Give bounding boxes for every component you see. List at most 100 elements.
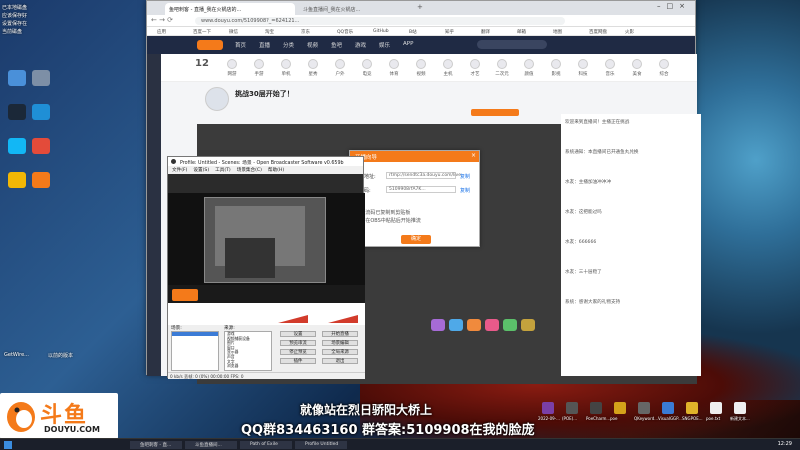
- gift-icon[interactable]: [521, 319, 535, 331]
- gift-icon[interactable]: [449, 319, 463, 331]
- address-input[interactable]: www.douyu.com/5109908?_=624121...: [195, 17, 565, 25]
- nav-item[interactable]: 直播: [259, 41, 270, 49]
- follow-button[interactable]: [471, 109, 519, 116]
- nav-item[interactable]: 游戏: [355, 41, 366, 49]
- obs-menu-item[interactable]: 工具(T): [215, 168, 231, 173]
- tab-douyu-secondary[interactable]: 斗鱼直播间_我在火锅店...: [299, 3, 409, 15]
- new-tab-button[interactable]: +: [417, 3, 423, 11]
- obs-action-button[interactable]: 插件: [280, 358, 316, 364]
- copy-stream-key-link[interactable]: 复制: [460, 187, 470, 194]
- volume-meters[interactable]: [168, 303, 365, 325]
- gift-icon[interactable]: [467, 319, 481, 331]
- bookmark-item[interactable]: GitHub: [373, 29, 389, 34]
- nav-item[interactable]: 视频: [307, 41, 318, 49]
- bookmark-item[interactable]: QQ音乐: [337, 29, 353, 35]
- desktop-shortcut-label[interactable]: 2022-09-...: [538, 416, 560, 421]
- tab-douyu-room[interactable]: 鱼吧刺客 - 直播_我在火锅店的...: [165, 3, 295, 15]
- desktop-shortcut-label[interactable]: PoeCharm...: [586, 416, 610, 421]
- obs-action-button[interactable]: 停止预览: [280, 349, 316, 355]
- desktop-shortcut-icon[interactable]: [590, 402, 602, 414]
- desktop-shortcut-icon[interactable]: [662, 402, 674, 414]
- category-item[interactable]: 单机: [275, 59, 297, 77]
- category-item[interactable]: 体育: [383, 59, 405, 77]
- douyu-header-logo[interactable]: [197, 40, 223, 50]
- desktop-app-icon[interactable]: [8, 138, 26, 154]
- desktop-shortcut-label[interactable]: poe.txt: [706, 416, 720, 421]
- category-item[interactable]: 二次元: [491, 59, 513, 77]
- desktop-shortcut-icon[interactable]: [566, 402, 578, 414]
- desktop-shortcut-icon[interactable]: [710, 402, 722, 414]
- source-item[interactable]: 浏览器: [225, 364, 271, 369]
- desktop-file-label[interactable]: 已本地磁盘: [2, 4, 27, 11]
- nav-item[interactable]: 分类: [283, 41, 294, 49]
- bookmark-item[interactable]: 百度网盘: [589, 29, 607, 35]
- window-controls[interactable]: –□×: [657, 2, 691, 10]
- bookmark-item[interactable]: 翻译: [481, 29, 490, 35]
- desktop-shortcut-icon[interactable]: [734, 402, 746, 414]
- stream-key-field[interactable]: 5109908rfA7K...: [386, 186, 456, 193]
- obs-menu-item[interactable]: 场景集合(C): [237, 168, 262, 173]
- taskbar-item[interactable]: Profile Untitled: [295, 441, 347, 449]
- category-item[interactable]: 美食: [626, 59, 648, 77]
- desktop-shortcut-icon[interactable]: [542, 402, 554, 414]
- category-item[interactable]: 音乐: [599, 59, 621, 77]
- category-item[interactable]: 网游: [221, 59, 243, 77]
- taskbar-item[interactable]: 斗鱼直播间...: [185, 441, 237, 449]
- bookmark-item[interactable]: 知乎: [445, 29, 454, 35]
- taskbar-item[interactable]: Path of Exile: [240, 441, 292, 449]
- category-item[interactable]: 颜值: [518, 59, 540, 77]
- desktop-app-icon[interactable]: [32, 70, 50, 86]
- category-item[interactable]: 主机: [437, 59, 459, 77]
- obs-action-button[interactable]: 预览串流: [280, 340, 316, 346]
- category-item[interactable]: 科技: [572, 59, 594, 77]
- obs-action-button[interactable]: 全局来源: [322, 349, 358, 355]
- desktop-shortcut-icon[interactable]: [638, 402, 650, 414]
- gift-icon[interactable]: [485, 319, 499, 331]
- category-item[interactable]: 星秀: [302, 59, 324, 77]
- desktop-shortcut-label[interactable]: SNGPOE...: [682, 416, 703, 421]
- gift-icon[interactable]: [431, 319, 445, 331]
- desktop-file-label[interactable]: 应该保存好: [2, 12, 27, 19]
- bookmark-item[interactable]: 微信: [229, 29, 238, 35]
- bookmark-item[interactable]: B站: [409, 29, 417, 35]
- desktop-file-label[interactable]: 当前磁盘: [2, 28, 22, 35]
- sources-list[interactable]: 游戏 视频捕获设备 图片 窗口 显示器 声音 文字 浏览器: [224, 331, 272, 371]
- streamer-avatar[interactable]: [205, 87, 229, 111]
- site-search-input[interactable]: [477, 40, 547, 49]
- desktop-shortcut-label[interactable]: poe: [610, 416, 617, 421]
- category-item[interactable]: 电竞: [356, 59, 378, 77]
- dialog-close-icon[interactable]: ×: [471, 152, 476, 159]
- obs-preview[interactable]: [168, 193, 365, 303]
- bookmark-item[interactable]: 火影: [625, 29, 634, 35]
- nav-item[interactable]: APP: [403, 41, 413, 47]
- bookmark-item[interactable]: 邮箱: [517, 29, 526, 35]
- category-item[interactable]: 才艺: [464, 59, 486, 77]
- desktop-app-icon[interactable]: [8, 172, 26, 188]
- system-clock[interactable]: 12:29: [778, 441, 792, 447]
- desktop-shortcut-label[interactable]: VisualGGP...: [658, 416, 682, 421]
- scenes-list[interactable]: [171, 331, 219, 371]
- obs-action-button[interactable]: 开始直播: [322, 331, 358, 337]
- nav-item[interactable]: 娱乐: [379, 41, 390, 49]
- bookmark-item[interactable]: 淘宝: [265, 29, 274, 35]
- desktop-app-icon[interactable]: [32, 104, 50, 120]
- desktop-file-label[interactable]: 设置保存在: [2, 20, 27, 27]
- bookmark-item[interactable]: 京东: [301, 29, 310, 35]
- category-item[interactable]: 综合: [653, 59, 675, 77]
- desktop-shortcut-icon[interactable]: [614, 402, 626, 414]
- obs-menu-item[interactable]: 文件(F): [172, 168, 187, 173]
- category-item[interactable]: 影视: [545, 59, 567, 77]
- desktop-shortcut-icon[interactable]: [686, 402, 698, 414]
- nav-item[interactable]: 首页: [235, 41, 246, 49]
- category-item[interactable]: 手游: [248, 59, 270, 77]
- desktop-shortcut-label[interactable]: QKeyword...: [634, 416, 658, 421]
- desktop-file-label[interactable]: 以前的版本: [48, 352, 73, 359]
- nav-arrows-icon[interactable]: ← → ⟳: [151, 16, 173, 24]
- desktop-shortcut-label[interactable]: 新建文本...: [730, 416, 750, 422]
- obs-action-button[interactable]: 场景编辑: [322, 340, 358, 346]
- obs-action-button[interactable]: 退出: [322, 358, 358, 364]
- desktop-app-icon[interactable]: [32, 172, 50, 188]
- bookmark-item[interactable]: 地图: [553, 29, 562, 35]
- gift-icon[interactable]: [503, 319, 517, 331]
- rtmp-url-field[interactable]: rtmp://sendtc3a.douyu.com/live: [386, 172, 461, 179]
